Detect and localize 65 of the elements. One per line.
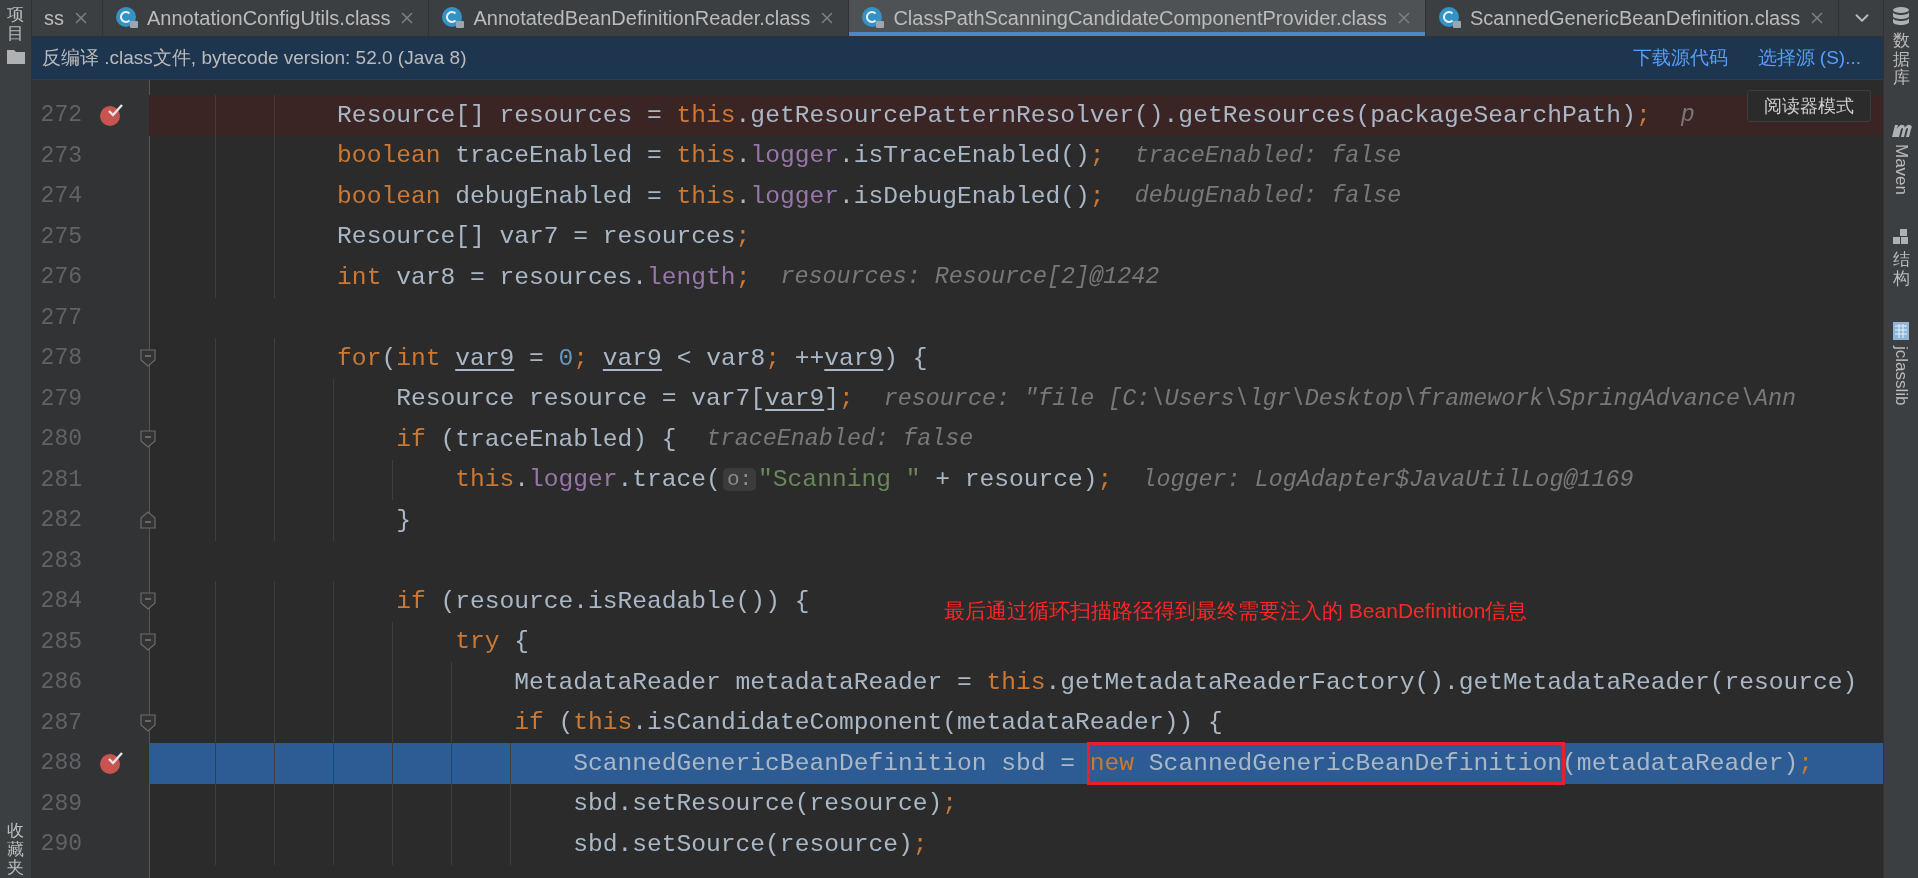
class-icon [1438,6,1462,30]
code-text: Resource[] var7 = resources; [337,223,751,251]
inline-value-hint: resources: Resource[2]@1242 [780,264,1160,291]
inline-value-hint: resource: "file [C:\Users\lgr\Desktop\framework\SpringAdvance\Ann [883,385,1797,412]
database-icon[interactable] [1892,6,1910,26]
parameter-hint: o: [722,468,757,492]
info-link[interactable]: 选择源 (S)... [1757,45,1861,71]
inline-value-hint: p [1680,102,1695,129]
class-icon [441,6,466,30]
code-text: this.logger.trace( [455,466,721,494]
code-text: boolean debugEnabled = this.logger.isDebugEnabled(); [337,182,1105,210]
fold-marker-icon[interactable] [140,511,156,530]
info-message: 反编译 .class文件, bytecode version: 52.0 (Java 8) [42,46,467,70]
tool-window-label[interactable]: 数据库 [1892,32,1910,89]
fold-marker-icon[interactable] [140,592,156,611]
code-text: for(int var9 = 0; var9 < var8; ++var9) { [337,344,928,372]
folder-icon[interactable] [6,49,25,65]
code-text: ScannedGenericBeanDefinition sbd = [573,749,1077,777]
code-text: boolean traceEnabled = this.logger.isTraceEnabled(); [337,142,1105,170]
code-text: MetadataReader metadataReader = this.getMetadataReaderFactory().getMetadataReader(resource) [514,668,1858,696]
code-text: "Scanning " + resource); [758,466,1113,494]
tool-window-label[interactable]: 结构 [1892,251,1910,289]
tool-window-label[interactable]: jclasslib [1891,346,1911,406]
tab-label: ss [44,6,64,30]
inline-value-hint: traceEnabled: false [706,426,974,453]
fold-marker-icon[interactable] [140,632,156,651]
code-text: sbd.setResource(resource); [573,790,957,818]
class-icon [861,6,886,30]
code-text: sbd.setSource(resource); [573,830,928,858]
code-text: Resource[] resources = this.getResourcePatternResolver().getResources(packageSearchPath); [337,101,1651,129]
editor-tab[interactable]: ScannedGenericBeanDefinition.class [1426,0,1840,36]
inline-value-hint: traceEnabled: false [1134,142,1402,169]
editor-tab[interactable]: ss [32,0,103,36]
fold-marker-icon[interactable] [140,713,156,732]
code-text: } [396,506,411,534]
breakpoint-icon[interactable] [98,102,124,129]
breakpoint-icon[interactable] [98,750,124,777]
code-text: if (this.isCandidateComponent(metadataReader)) { [514,709,1223,737]
structure-icon[interactable] [1893,229,1909,246]
grid-icon[interactable] [1893,322,1909,341]
info-link[interactable]: 下载源代码 [1632,45,1728,71]
code-text: int var8 = resources.length; [337,263,751,291]
inline-value-hint: logger: LogAdapter$JavaUtilLog@1169 [1142,466,1634,493]
tab-label: ClassPathScanningCandidateComponentProvider.class [893,6,1387,30]
tab-label: AnnotatedBeanDefinitionReader.class [473,6,811,30]
code-text: if (resource.isReadable()) { [396,587,810,615]
tab-label: ScannedGenericBeanDefinition.class [1470,6,1801,30]
tab-label: AnnotationConfigUtils.class [147,6,391,30]
editor-tab[interactable]: AnnotatedBeanDefinitionReader.class [429,0,850,36]
reader-mode-button[interactable]: 阅读器模式 [1747,90,1871,122]
tool-window-label[interactable]: Maven [1891,144,1911,196]
class-icon [115,6,139,30]
editor-tab[interactable]: AnnotationConfigUtils.class [103,0,430,36]
fold-marker-icon[interactable] [140,349,156,368]
code-text: if (traceEnabled) { [396,425,677,453]
annotation-frame: new ScannedGenericBeanDefinition [1086,741,1566,785]
editor-tab[interactable]: ClassPathScanningCandidateComponentProvider.class [849,0,1426,36]
code-text: try { [455,628,529,656]
tool-window-label[interactable]: 项目 [7,6,24,44]
code-text: Resource resource = var7[var9]; [396,385,854,413]
fold-marker-icon[interactable] [140,430,156,449]
annotation-text: 最后通过循环扫描路径得到最终需要注入的 BeanDefinition信息 [944,598,1528,625]
inline-value-hint: debugEnabled: false [1134,183,1402,210]
tool-window-label[interactable]: 收藏夹 [7,821,24,878]
maven-icon[interactable] [1890,122,1912,139]
